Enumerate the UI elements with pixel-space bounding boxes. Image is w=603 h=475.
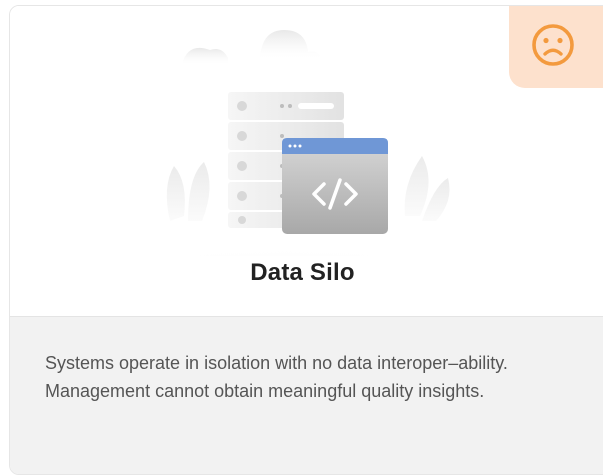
code-window [282,138,388,234]
card-header-area: Data Silo [10,6,603,316]
server-code-illustration [85,30,485,256]
sad-face-icon [532,24,574,66]
data-silo-card: Data Silo Systems operate in isolation w… [9,5,603,475]
card-description-area: Systems operate in isolation with no dat… [10,316,603,474]
card-description: Systems operate in isolation with no dat… [45,353,508,401]
status-badge [509,6,603,88]
card-title: Data Silo [250,259,355,286]
